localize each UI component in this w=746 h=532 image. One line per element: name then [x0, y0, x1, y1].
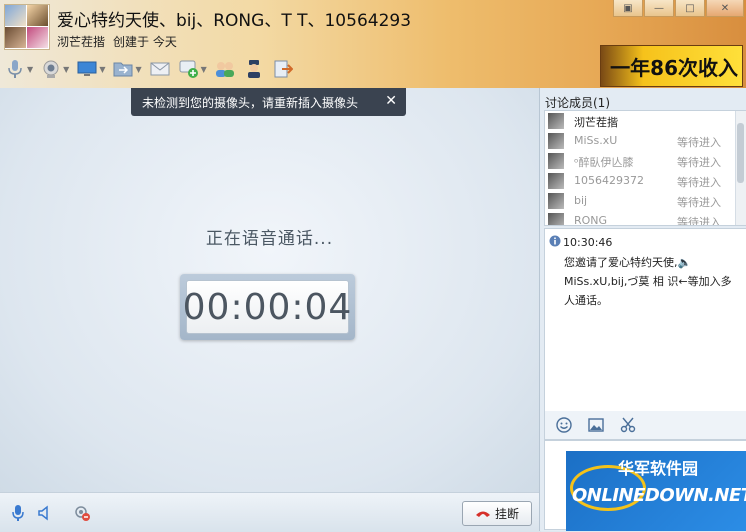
security-button[interactable]: [243, 55, 265, 83]
camera-icon: [40, 58, 62, 80]
video-button[interactable]: ▼: [40, 55, 69, 83]
conversation-title: 爱心特约天使、bij、RONG、T T、10564293: [57, 11, 412, 31]
list-item[interactable]: ᵒ醉臥伊亾膝 等待进入: [545, 151, 735, 171]
image-icon[interactable]: [587, 416, 605, 434]
window-controls: ▣ — □ ✕: [612, 0, 744, 17]
call-status: 正在语音通话...: [205, 229, 334, 249]
avatar: [548, 193, 564, 209]
member-status: 等待进入: [677, 216, 721, 226]
toolbar: ▼ ▼ ▼ ▼ ▼: [4, 55, 301, 83]
chat-log: 10:30:46 您邀请了爱心特约天使,🔈MiSs.xU,bij,づ莫 相 识←…: [544, 228, 746, 412]
screen-share-button[interactable]: ▼: [76, 55, 105, 83]
created-label: 创建于 今天: [113, 35, 177, 49]
member-name: bij: [574, 194, 588, 207]
info-icon: [549, 235, 561, 250]
member-name: 1056429372: [574, 174, 644, 187]
camera-notice: 未检测到您的摄像头，请重新插入摄像头 ✕: [131, 88, 406, 116]
list-item[interactable]: 沏芒茬揩: [545, 111, 735, 131]
avatar: [5, 27, 26, 48]
watermark-cn: 华军软件园: [618, 459, 699, 478]
send-mail-button[interactable]: [149, 55, 171, 83]
microphone-icon: [4, 58, 26, 80]
avatar: [27, 5, 48, 26]
skin-button[interactable]: ▣: [613, 0, 643, 17]
member-list: 沏芒茬揩 MiSs.xU 等待进入 ᵒ醉臥伊亾膝 等待进入 1056429372…: [544, 110, 746, 226]
ad-banner[interactable]: 一年86次收入: [600, 45, 743, 87]
member-status: 等待进入: [677, 156, 721, 169]
title-bar: 爱心特约天使、bij、RONG、T T、10564293 沏芒茬揩 创建于 今天 …: [0, 0, 746, 88]
watermark-en: ONLINEDOWN.NET: [572, 485, 746, 506]
hangup-button[interactable]: 挂断: [462, 501, 532, 526]
avatar: [548, 133, 564, 149]
notice-text: 未检测到您的摄像头，请重新插入摄像头: [142, 95, 359, 110]
system-message: 您邀请了爱心特约天使,🔈MiSs.xU,bij,づ莫 相 识←等加入多人通话。: [564, 256, 732, 307]
close-icon[interactable]: ✕: [385, 93, 397, 109]
scrollbar-thumb[interactable]: [737, 123, 744, 183]
list-item[interactable]: 1056429372 等待进入: [545, 171, 735, 191]
input-toolbar: [544, 411, 746, 440]
minimize-button[interactable]: —: [644, 0, 674, 17]
call-area: 未检测到您的摄像头，请重新插入摄像头 ✕ 正在语音通话... 00:00:04: [0, 88, 539, 492]
list-item[interactable]: bij 等待进入: [545, 191, 735, 211]
add-chat-icon: [178, 58, 200, 80]
chevron-down-icon[interactable]: ▼: [27, 65, 33, 74]
list-item[interactable]: RONG 等待进入: [545, 211, 735, 226]
chevron-down-icon[interactable]: ▼: [99, 65, 105, 74]
emoji-icon[interactable]: [555, 416, 573, 434]
file-transfer-button[interactable]: ▼: [112, 55, 142, 83]
chevron-down-icon[interactable]: ▼: [201, 65, 207, 74]
list-item[interactable]: MiSs.xU 等待进入: [545, 131, 735, 151]
speaker-icon[interactable]: [34, 503, 54, 523]
contacts-button[interactable]: [214, 55, 236, 83]
timer-display: 00:00:04: [183, 280, 351, 334]
watermark-logo: 华军软件园 ONLINEDOWN.NET: [566, 451, 746, 531]
creator-name[interactable]: 沏芒茬揩: [57, 35, 105, 49]
close-button[interactable]: ✕: [706, 0, 744, 17]
chevron-down-icon[interactable]: ▼: [63, 65, 69, 74]
member-name: RONG: [574, 214, 608, 226]
avatar: [5, 5, 26, 26]
add-chat-button[interactable]: ▼: [178, 55, 207, 83]
member-status: 等待进入: [677, 136, 721, 149]
folder-transfer-icon: [112, 58, 134, 80]
conversation-subtitle: 沏芒茬揩 创建于 今天: [57, 33, 177, 50]
phone-hangup-icon: [475, 511, 490, 517]
police-icon: [243, 58, 265, 80]
settings-icon[interactable]: [72, 503, 92, 523]
ad-text: 一年86次收入: [610, 56, 738, 80]
avatar: [548, 113, 564, 129]
call-controls: 挂断: [0, 492, 541, 532]
timer-text: 00:00:04: [182, 286, 353, 328]
message-time: 10:30:46: [563, 236, 613, 249]
avatar: [548, 213, 564, 225]
member-status: 等待进入: [677, 196, 721, 209]
scissors-icon[interactable]: [619, 416, 637, 434]
exit-icon: [272, 58, 294, 80]
member-name: 沏芒茬揩: [574, 116, 618, 129]
member-name: MiSs.xU: [574, 134, 618, 147]
scrollbar[interactable]: [735, 111, 746, 225]
member-status: 等待进入: [677, 176, 721, 189]
chevron-down-icon[interactable]: ▼: [135, 65, 141, 74]
avatar: [548, 153, 564, 169]
hangup-label: 挂断: [494, 507, 519, 521]
call-timer: 00:00:04: [180, 274, 355, 340]
member-list-header: 讨论成员(1): [545, 96, 610, 110]
voice-button[interactable]: ▼: [4, 55, 33, 83]
screen-share-icon: [76, 58, 98, 80]
avatar: [27, 27, 48, 48]
contacts-icon: [214, 58, 236, 80]
maximize-button[interactable]: □: [675, 0, 705, 17]
mail-icon: [149, 58, 171, 80]
avatar: [548, 173, 564, 189]
microphone-icon[interactable]: [8, 503, 28, 523]
exit-button[interactable]: [272, 55, 294, 83]
member-name: ᵒ醉臥伊亾膝: [574, 156, 634, 169]
group-avatar[interactable]: [4, 4, 50, 50]
